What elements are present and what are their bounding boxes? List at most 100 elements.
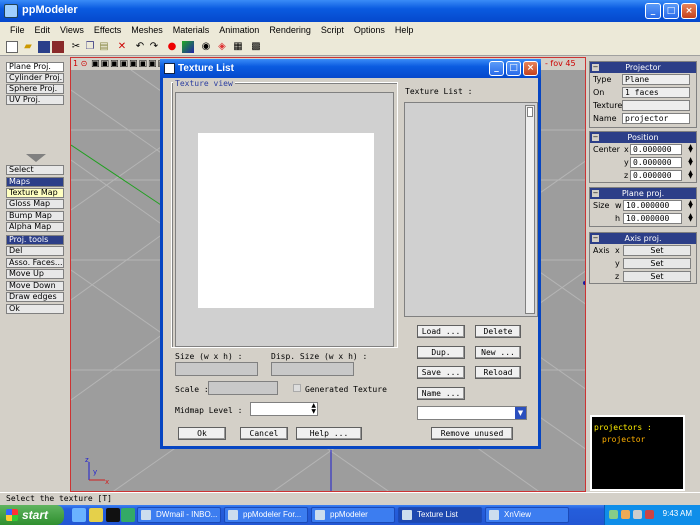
dialog-minimize-button[interactable]: _ <box>489 61 504 76</box>
help-button[interactable]: Help ... <box>296 427 362 440</box>
tray-security-icon[interactable] <box>645 510 654 519</box>
remove-unused-button[interactable]: Remove unused <box>431 427 513 440</box>
sphere-proj-button[interactable]: Sphere Proj. <box>6 84 64 94</box>
task-ppmodeler-forum[interactable]: ppModeler For... <box>224 507 308 523</box>
clock[interactable]: 9:43 AM <box>663 509 692 518</box>
collapse-icon[interactable]: − <box>592 235 599 242</box>
uv-proj-button[interactable]: UV Proj. <box>6 95 64 105</box>
collapse-icon[interactable]: − <box>592 190 599 197</box>
texture-select-dropdown[interactable]: ▼ <box>417 406 527 420</box>
alpha-map-button[interactable]: Alpha Map <box>6 222 64 232</box>
axis-proj-header[interactable]: − Axis proj. <box>590 233 696 244</box>
spinner-icon[interactable]: ▲ ▼ <box>687 157 694 167</box>
plane-proj-button[interactable]: Plane Proj. <box>6 62 64 72</box>
menu-edit[interactable]: Edit <box>31 22 55 39</box>
paste-icon[interactable]: ▤ <box>98 41 110 53</box>
bump-map-button[interactable]: Bump Map <box>6 211 64 221</box>
set-z-button[interactable]: Set <box>623 271 691 282</box>
reload-button[interactable]: Reload <box>475 366 521 379</box>
render-icon[interactable] <box>182 41 194 53</box>
eye-icon[interactable]: ◉ <box>200 41 212 53</box>
menu-rendering[interactable]: Rendering <box>265 22 315 39</box>
menu-animation[interactable]: Animation <box>215 22 263 39</box>
delete-icon[interactable]: ✕ <box>116 41 128 53</box>
new-file-icon[interactable] <box>6 41 18 53</box>
cut-icon[interactable]: ✂ <box>70 41 82 53</box>
dialog-titlebar[interactable]: Texture List _ □ × <box>160 59 541 78</box>
texture-listbox[interactable] <box>404 102 538 317</box>
position-header[interactable]: − Position <box>590 132 696 143</box>
undo-icon[interactable]: ↶ <box>134 41 146 53</box>
collapse-icon[interactable]: − <box>592 64 599 71</box>
menu-script[interactable]: Script <box>317 22 348 39</box>
collapse-icon[interactable]: − <box>592 134 599 141</box>
redo-icon[interactable]: ↷ <box>148 41 160 53</box>
dialog-close-button[interactable]: × <box>523 61 538 76</box>
draw-edges-button[interactable]: Draw edges <box>6 292 64 302</box>
task-ppmodeler[interactable]: ppModeler <box>311 507 395 523</box>
menu-file[interactable]: File <box>6 22 29 39</box>
menu-meshes[interactable]: Meshes <box>127 22 167 39</box>
scrollbar-thumb[interactable] <box>527 107 533 117</box>
menu-effects[interactable]: Effects <box>90 22 125 39</box>
move-down-button[interactable]: Move Down <box>6 281 64 291</box>
folder-icon[interactable] <box>89 508 103 522</box>
size-h-field[interactable]: 10.000000 <box>623 213 682 224</box>
minimize-button[interactable]: _ <box>645 3 661 19</box>
material-icon[interactable]: ◈ <box>216 41 228 53</box>
task-xnview[interactable]: XnView <box>485 507 569 523</box>
chevron-down-icon[interactable]: ▼ <box>515 407 526 419</box>
spinner-icon[interactable]: ▲ ▼ <box>687 144 694 154</box>
spinner-icon[interactable]: ▲ ▼ <box>311 403 316 415</box>
tray-volume-icon[interactable] <box>633 510 642 519</box>
start-button[interactable]: start <box>0 505 64 525</box>
maximize-button[interactable]: □ <box>663 3 679 19</box>
menu-options[interactable]: Options <box>350 22 389 39</box>
proj-tools-header[interactable]: Proj. tools <box>6 235 64 245</box>
plane-proj-header[interactable]: − Plane proj. <box>590 188 696 199</box>
viewport-tool-icons[interactable]: ▣▣▣▣▣▣▣▣ <box>91 59 167 69</box>
move-up-button[interactable]: Move Up <box>6 269 64 279</box>
center-z-field[interactable]: 0.000000 <box>630 170 682 181</box>
task-texture-list[interactable]: Texture List <box>398 507 482 523</box>
texture-list-scrollbar[interactable] <box>525 105 535 314</box>
center-x-field[interactable]: 0.000000 <box>630 144 682 155</box>
record-icon[interactable]: ● <box>166 41 178 53</box>
generated-texture-checkbox[interactable] <box>293 384 301 392</box>
del-button[interactable]: Del <box>6 246 64 256</box>
load-button[interactable]: Load ... <box>417 325 465 338</box>
maps-header[interactable]: Maps <box>6 177 64 187</box>
save-disk-icon[interactable] <box>38 41 50 53</box>
set-y-button[interactable]: Set <box>623 258 691 269</box>
projector-header[interactable]: − Projector <box>590 62 696 73</box>
open-folder-icon[interactable]: ▰ <box>22 41 34 53</box>
texture-map-button[interactable]: Texture Map <box>6 188 64 198</box>
size-w-field[interactable]: 10.000000 <box>623 200 682 211</box>
spinner-icon[interactable]: ▲ ▼ <box>687 170 694 180</box>
gloss-map-button[interactable]: Gloss Map <box>6 199 64 209</box>
new-button[interactable]: New ... <box>475 346 521 359</box>
close-button[interactable]: × <box>681 3 697 19</box>
cylinder-proj-button[interactable]: Cylinder Proj. <box>6 73 64 83</box>
asso-faces-button[interactable]: Asso. Faces... <box>6 258 64 268</box>
spinner-icon[interactable]: ▲ ▼ <box>687 200 694 210</box>
delete-button[interactable]: Delete <box>475 325 521 338</box>
console-icon[interactable] <box>106 508 120 522</box>
save-button[interactable]: Save ... <box>417 366 465 379</box>
ok-button[interactable]: Ok <box>178 427 226 440</box>
menu-help[interactable]: Help <box>391 22 418 39</box>
media-icon[interactable] <box>121 508 135 522</box>
ie-icon[interactable] <box>72 508 86 522</box>
cancel-button[interactable]: Cancel <box>240 427 288 440</box>
layout-icon[interactable]: ▩ <box>250 41 262 53</box>
select-button[interactable]: Select <box>6 165 64 175</box>
center-y-field[interactable]: 0.000000 <box>630 157 682 168</box>
task-dwmail[interactable]: DWmail - INBO... <box>137 507 221 523</box>
name-field[interactable]: projector <box>622 113 690 124</box>
dup-button[interactable]: Dup. <box>417 346 465 359</box>
collapse-arrow-icon[interactable] <box>24 154 48 162</box>
scale-field[interactable] <box>208 381 278 395</box>
spinner-icon[interactable]: ▲ ▼ <box>687 213 694 223</box>
set-x-button[interactable]: Set <box>623 245 691 256</box>
tray-app-icon[interactable] <box>621 510 630 519</box>
